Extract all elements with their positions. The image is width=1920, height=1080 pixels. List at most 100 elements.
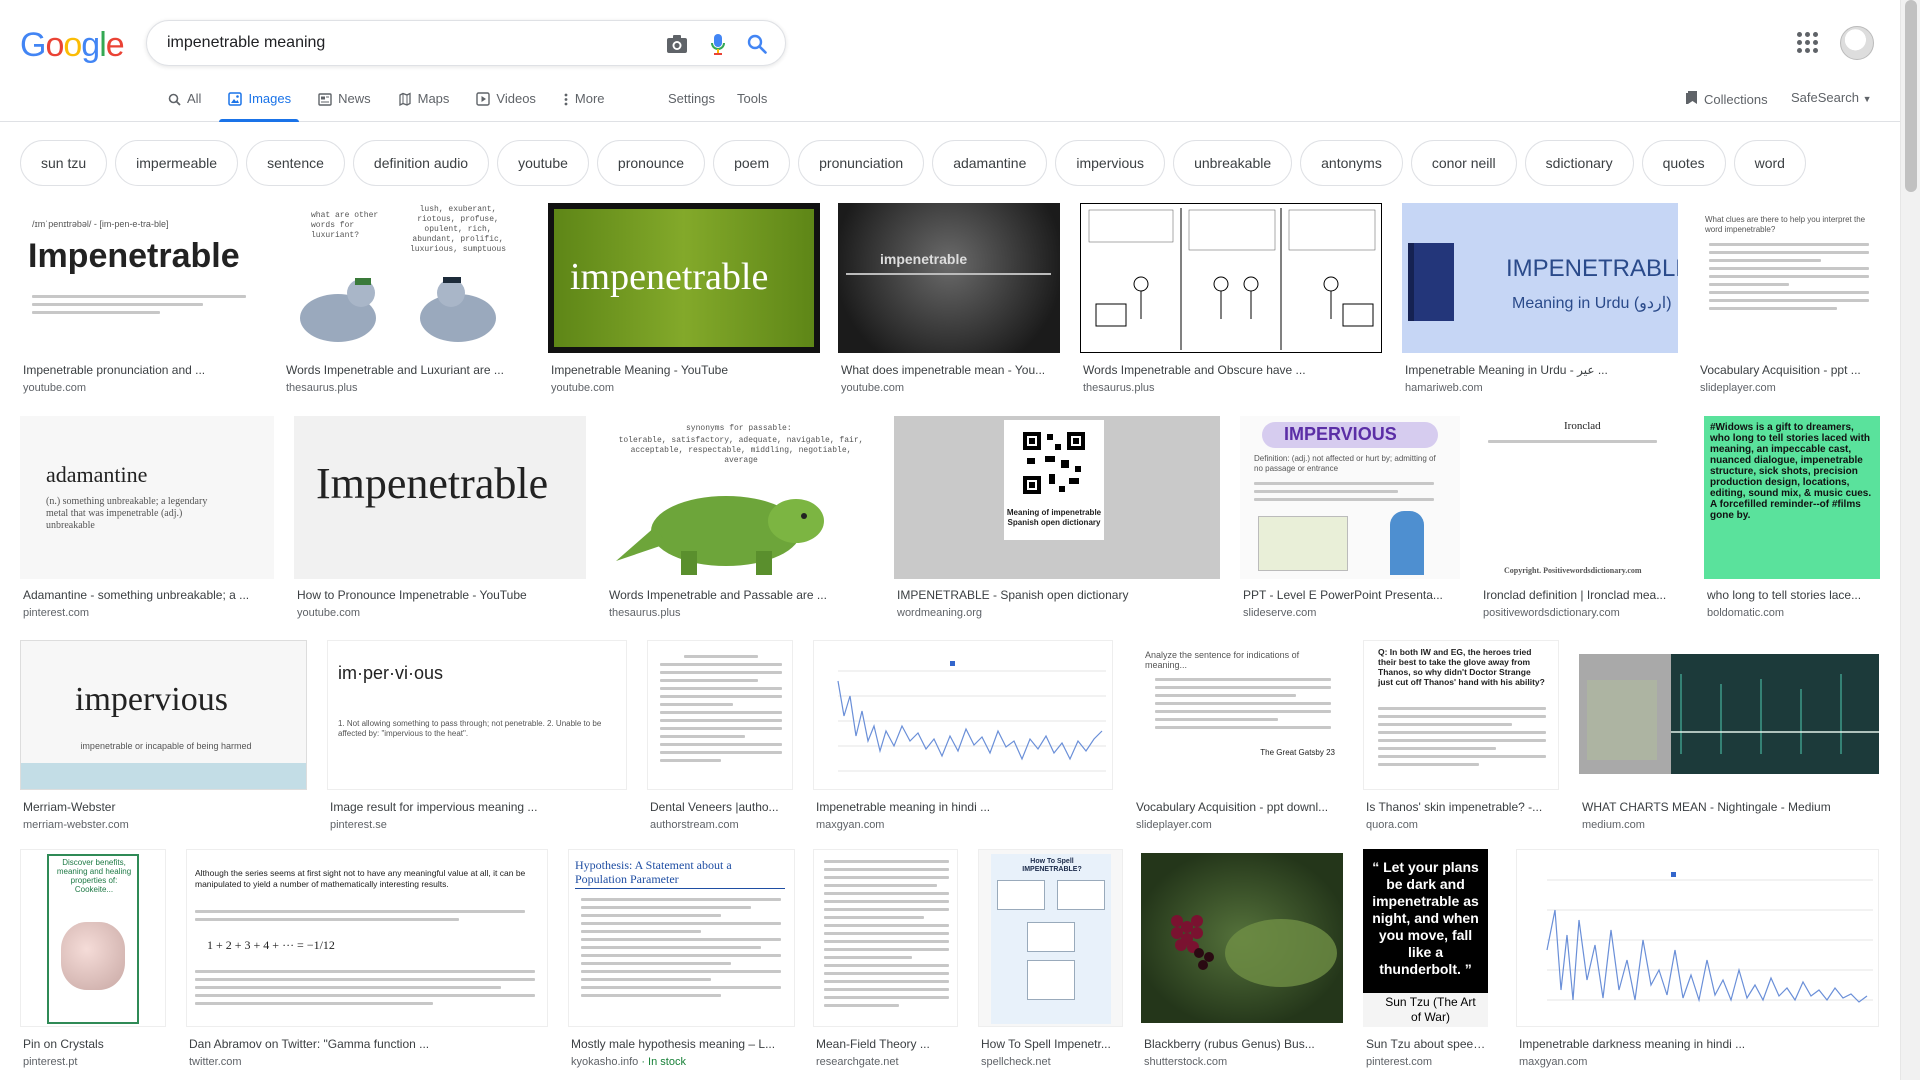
result-caption[interactable]: Merriam-Webster: [23, 800, 306, 814]
safesearch-label: SafeSearch: [1791, 90, 1859, 105]
result-caption[interactable]: Impenetrable darkness meaning in hindi .…: [1519, 1037, 1878, 1051]
image-result[interactable]: Mean-Field Theory ... researchgate.net: [813, 849, 958, 1068]
chip[interactable]: unbreakable: [1173, 140, 1293, 186]
result-caption[interactable]: Ironclad definition | Ironclad mea...: [1483, 588, 1683, 602]
google-logo[interactable]: Google: [20, 26, 125, 65]
chip[interactable]: impervious: [1055, 140, 1166, 186]
tab-news[interactable]: News: [317, 90, 371, 122]
result-caption[interactable]: Impenetrable meaning in hindi ...: [816, 800, 1112, 814]
image-result[interactable]: adamantine (n.) something unbreakable; a…: [20, 416, 274, 619]
apps-grid-icon[interactable]: [1795, 30, 1819, 54]
chip[interactable]: sdictionary: [1524, 140, 1634, 186]
chip[interactable]: conor neill: [1410, 140, 1517, 186]
image-result[interactable]: WHAT CHARTS MEAN - Nightingale - Medium …: [1579, 640, 1879, 840]
tab-maps[interactable]: Maps: [397, 90, 449, 122]
result-caption[interactable]: Dental Veneers |autho...: [650, 800, 792, 814]
result-caption[interactable]: Words Impenetrable and Obscure have ...: [1083, 363, 1381, 377]
result-caption[interactable]: Impenetrable Meaning in Urdu - عیر ...: [1405, 363, 1677, 377]
scrollbar-thumb[interactable]: [1905, 0, 1917, 192]
image-result[interactable]: Meaning of impenetrable Spanish open dic…: [894, 416, 1220, 619]
image-result[interactable]: what are other words for luxuriant? lush…: [283, 203, 526, 403]
search-input[interactable]: [167, 31, 637, 55]
result-caption[interactable]: What does impenetrable mean - You...: [841, 363, 1059, 377]
result-caption[interactable]: Mostly male hypothesis meaning – L...: [571, 1037, 794, 1051]
chip[interactable]: youtube: [497, 140, 589, 186]
result-caption[interactable]: Pin on Crystals: [23, 1037, 165, 1051]
result-caption[interactable]: IMPENETRABLE - Spanish open dictionary: [897, 588, 1219, 602]
image-result[interactable]: impenetrable Impenetrable Meaning - YouT…: [548, 203, 820, 403]
result-caption[interactable]: Words Impenetrable and Passable are ...: [609, 588, 873, 602]
image-result[interactable]: Impenetrable How to Pronounce Impenetrab…: [294, 416, 586, 619]
microphone-icon[interactable]: [706, 32, 730, 56]
settings-link[interactable]: Settings: [668, 91, 715, 106]
image-result[interactable]: Impenetrable darkness meaning in hindi .…: [1516, 849, 1879, 1068]
image-result[interactable]: Discover benefits, meaning and healing p…: [20, 849, 166, 1068]
tab-videos[interactable]: Videos: [475, 90, 536, 122]
chip[interactable]: adamantine: [932, 140, 1048, 186]
tab-more[interactable]: More: [562, 90, 605, 122]
image-result[interactable]: /ɪmˈpenɪtrəbəl/ - [im-pen-e-tra-ble] Imp…: [20, 203, 262, 403]
tab-all[interactable]: All: [166, 90, 201, 122]
chip[interactable]: word: [1733, 140, 1806, 186]
result-caption[interactable]: PPT - Level E PowerPoint Presenta...: [1243, 588, 1459, 602]
tab-label: Videos: [496, 91, 536, 106]
image-result[interactable]: IMPERVIOUS Definition: (adj.) not affect…: [1240, 416, 1460, 619]
avatar[interactable]: [1840, 26, 1874, 60]
result-caption[interactable]: Vocabulary Acquisition - ppt downl...: [1136, 800, 1342, 814]
chip[interactable]: pronunciation: [798, 140, 925, 186]
image-result[interactable]: Impenetrable meaning in hindi ... maxgya…: [813, 640, 1113, 840]
result-caption[interactable]: Dan Abramov on Twitter: "Gamma function …: [189, 1037, 547, 1051]
result-caption[interactable]: Impenetrable pronunciation and ...: [23, 363, 261, 377]
chip[interactable]: impermeable: [115, 140, 239, 186]
image-result[interactable]: What clues are there to help you interpr…: [1697, 203, 1879, 403]
result-caption[interactable]: How to Pronounce Impenetrable - YouTube: [297, 588, 585, 602]
chip[interactable]: quotes: [1641, 140, 1726, 186]
image-result[interactable]: Dental Veneers |autho... authorstream.co…: [647, 640, 793, 840]
image-result[interactable]: “ Let your plans be dark and impenetrabl…: [1363, 849, 1488, 1068]
image-result[interactable]: Words Impenetrable and Obscure have ... …: [1080, 203, 1382, 403]
image-result[interactable]: impenetrable What does impenetrable mean…: [838, 203, 1060, 403]
image-result[interactable]: Blackberry (rubus Genus) Bus... shutters…: [1141, 849, 1343, 1068]
image-result[interactable]: Ironclad Copyright. Positivewordsdiction…: [1480, 416, 1684, 619]
image-result[interactable]: im·per·vi·ous 1. Not allowing something …: [327, 640, 627, 840]
chip[interactable]: pronounce: [596, 140, 706, 186]
result-caption[interactable]: WHAT CHARTS MEAN - Nightingale - Medium: [1582, 800, 1878, 814]
chip[interactable]: definition audio: [352, 140, 490, 186]
camera-icon[interactable]: [665, 32, 689, 56]
search-box[interactable]: [146, 20, 786, 66]
result-caption[interactable]: who long to tell stories lace...: [1707, 588, 1879, 602]
tab-images[interactable]: Images: [219, 90, 299, 122]
image-result[interactable]: Hypothesis: A Statement about a Populati…: [568, 849, 795, 1068]
result-caption[interactable]: How To Spell Impenetr...: [981, 1037, 1122, 1051]
result-caption[interactable]: Adamantine - something unbreakable; a ..…: [23, 588, 273, 602]
qr-code-icon: [1021, 430, 1087, 496]
tools-link[interactable]: Tools: [737, 91, 767, 106]
result-caption[interactable]: Mean-Field Theory ...: [816, 1037, 957, 1051]
chip[interactable]: sun tzu: [20, 140, 108, 186]
search-submit-icon[interactable]: [745, 32, 769, 56]
image-result[interactable]: Q: In both IW and EG, the heroes tried t…: [1363, 640, 1559, 840]
image-result[interactable]: How To Spell IMPENETRABLE? How To Spell …: [978, 849, 1123, 1068]
image-result[interactable]: Analyze the sentence for indications of …: [1133, 640, 1343, 840]
result-caption[interactable]: Impenetrable Meaning - YouTube: [551, 363, 819, 377]
result-caption[interactable]: Sun Tzu about speed ...: [1366, 1037, 1487, 1051]
result-caption[interactable]: Image result for impervious meaning ...: [330, 800, 626, 814]
image-result[interactable]: IMPENETRABLE Meaning in Urdu (اردو) Impe…: [1402, 203, 1678, 403]
result-caption[interactable]: Is Thanos' skin impenetrable? -...: [1366, 800, 1558, 814]
safesearch-menu[interactable]: SafeSearch ▼: [1791, 90, 1871, 105]
image-result[interactable]: #Widows is a gift to dreamers, who long …: [1704, 416, 1880, 619]
scrollbar[interactable]: [1900, 0, 1920, 1080]
result-source: twitter.com: [189, 1056, 242, 1068]
image-result[interactable]: synonyms for passable: tolerable, satisf…: [606, 416, 874, 619]
result-caption[interactable]: Words Impenetrable and Luxuriant are ...: [286, 363, 525, 377]
result-caption[interactable]: Vocabulary Acquisition - ppt ...: [1700, 363, 1878, 377]
chip[interactable]: poem: [713, 140, 791, 186]
image-result[interactable]: impervious impenetrable or incapable of …: [20, 640, 307, 840]
collections-link[interactable]: Collections: [1686, 90, 1768, 108]
chip[interactable]: antonyms: [1300, 140, 1403, 186]
image-result[interactable]: Although the series seems at first sight…: [186, 849, 548, 1068]
chip[interactable]: sentence: [246, 140, 345, 186]
result-thumbnail: Meaning of impenetrable Spanish open dic…: [894, 416, 1220, 579]
videos-icon: [475, 91, 491, 107]
result-caption[interactable]: Blackberry (rubus Genus) Bus...: [1144, 1037, 1342, 1051]
